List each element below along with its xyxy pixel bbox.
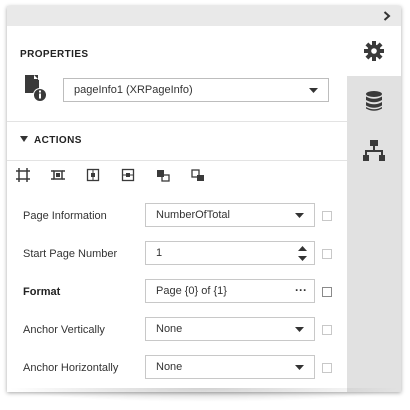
gear-icon (364, 41, 384, 61)
anchor-horizontally-checkbox[interactable] (322, 363, 332, 373)
anchor-horizontally-value: None (156, 361, 183, 373)
bring-to-front-icon (157, 170, 170, 182)
center-horizontally-icon (86, 168, 100, 182)
component-selector[interactable]: pageInfo1 (XRPageInfo) (63, 78, 329, 102)
anchor-vertically-checkbox[interactable] (322, 325, 332, 335)
start-page-number-spinner[interactable]: 1 (145, 241, 315, 265)
collapse-triangle-icon (20, 136, 28, 142)
center-vertically-icon (121, 168, 135, 182)
panel-title: PROPERTIES (20, 49, 89, 60)
tab-properties[interactable] (347, 26, 401, 76)
actions-label: ACTIONS (34, 135, 82, 146)
section-divider (7, 160, 347, 161)
ellipsis-button[interactable]: ··· (295, 279, 307, 301)
anchor-horizontally-label: Anchor Horizontally (23, 362, 119, 374)
component-selector-value: pageInfo1 (XRPageInfo) (74, 84, 193, 96)
anchor-vertically-label: Anchor Vertically (23, 324, 105, 336)
properties-panel: PROPERTIES pageInfo1 (XRPageInfo) ACTION… (7, 6, 401, 392)
fit-bounds-to-text-icon (16, 168, 30, 182)
start-page-number-value: 1 (156, 247, 163, 259)
collapse-panel-button[interactable] (379, 8, 395, 24)
start-page-number-checkbox[interactable] (322, 249, 332, 259)
send-to-back-button[interactable] (191, 168, 207, 184)
start-page-number-label: Start Page Number (23, 248, 118, 260)
database-icon (366, 91, 382, 111)
fit-text-to-bounds-button[interactable] (51, 168, 67, 184)
page-information-checkbox[interactable] (322, 211, 332, 221)
chevron-down-icon (295, 327, 304, 332)
page-information-label: Page Information (23, 210, 107, 222)
page-info-component-icon (25, 74, 49, 104)
chevron-down-icon (309, 88, 318, 93)
chevron-down-icon (295, 213, 304, 218)
anchor-vertically-dropdown[interactable]: None (145, 317, 315, 341)
format-checkbox[interactable] (322, 287, 332, 297)
format-value: Page {0} of {1} (156, 285, 227, 297)
format-label: Format (23, 286, 61, 298)
chevron-right-icon (383, 11, 391, 21)
page-information-dropdown[interactable]: NumberOfTotal (145, 203, 315, 227)
actions-section-header[interactable]: ACTIONS (7, 122, 347, 160)
side-tab-bar (347, 26, 401, 392)
panel-top-bar (7, 6, 401, 26)
hierarchy-icon (363, 140, 385, 161)
chevron-down-icon (295, 365, 304, 370)
panel-shadow (7, 388, 401, 402)
spin-up-down-icon[interactable] (298, 245, 307, 262)
anchor-vertically-value: None (156, 323, 183, 335)
fit-text-to-bounds-icon (51, 170, 65, 180)
format-field[interactable]: Page {0} of {1} ··· (145, 279, 315, 303)
send-to-back-icon (191, 169, 204, 181)
tab-field-list[interactable] (347, 76, 401, 126)
bring-to-front-button[interactable] (156, 168, 172, 184)
page-information-value: NumberOfTotal (156, 209, 230, 221)
properties-content: PROPERTIES pageInfo1 (XRPageInfo) ACTION… (7, 26, 347, 392)
tab-report-explorer[interactable] (347, 126, 401, 176)
anchor-horizontally-dropdown[interactable]: None (145, 355, 315, 379)
center-vertically-button[interactable] (121, 168, 137, 184)
center-horizontally-button[interactable] (86, 168, 102, 184)
fit-bounds-to-text-button[interactable] (16, 168, 32, 184)
